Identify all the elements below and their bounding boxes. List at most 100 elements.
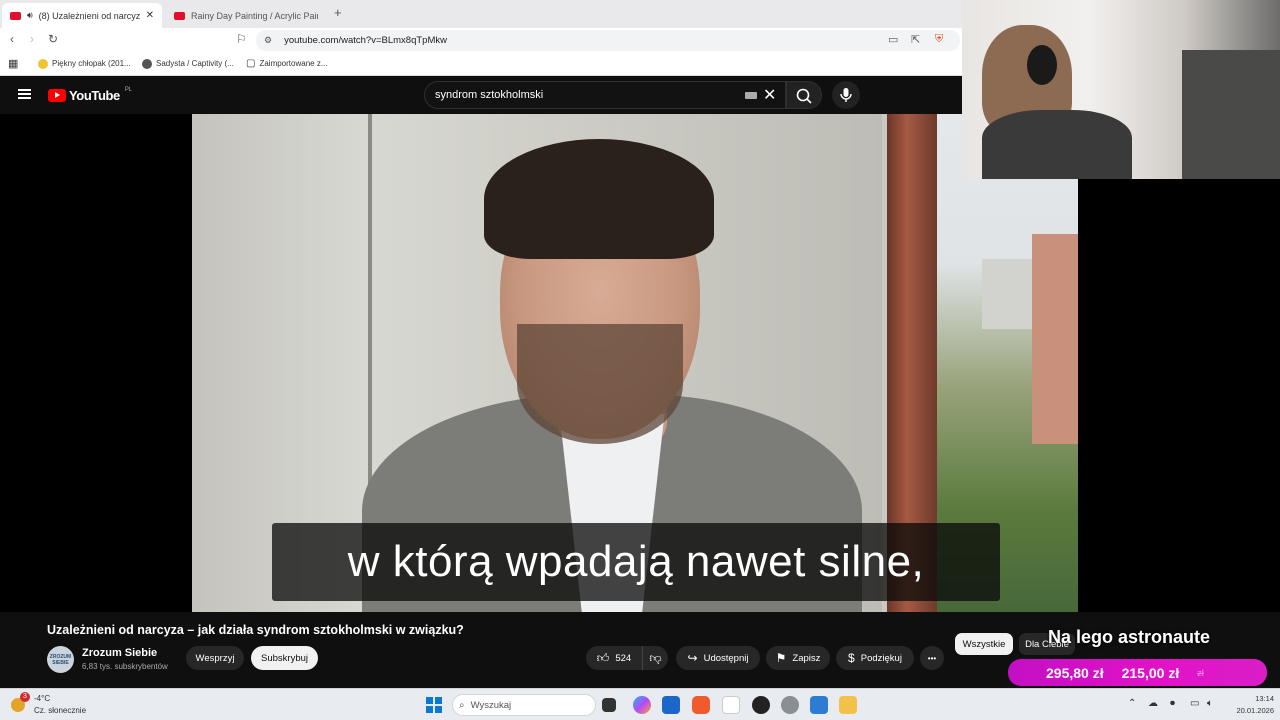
forward-icon[interactable]: › <box>30 32 34 46</box>
search-placeholder: Wyszukaj <box>470 699 512 711</box>
bookmark-item[interactable]: Sadysta / Captivity (... <box>142 58 234 69</box>
clock-time: 13:14 <box>1255 694 1274 703</box>
weather-temperature: -4°C <box>34 694 51 703</box>
youtube-favicon-icon <box>174 11 185 20</box>
more-actions-button[interactable]: ••• <box>920 646 944 670</box>
chip-all[interactable]: Wszystkie <box>955 633 1013 655</box>
share-icon: ↪ <box>687 651 698 665</box>
url-field[interactable]: ⚙ youtube.com/watch?v=BLmx8qTpMkw <box>256 30 960 51</box>
taskbar-search-input[interactable]: ⌕ Wyszukaj <box>452 694 596 716</box>
subscribe-button[interactable]: Subskrybuj <box>251 646 318 670</box>
site-info-icon[interactable]: ⚙ <box>264 35 272 46</box>
youtube-play-icon <box>48 89 66 102</box>
video-player[interactable]: w którą wpadają nawet silne, <box>192 114 1078 612</box>
youtube-favicon-icon <box>10 11 21 20</box>
app-window-icon[interactable] <box>810 696 828 714</box>
notification-badge: 3 <box>20 692 30 702</box>
search-value: syndrom sztokholmski <box>435 89 544 101</box>
avatar-text: ZROZUM SIEBIE <box>49 653 72 666</box>
store-icon[interactable] <box>662 696 680 714</box>
tab-label: Rainy Day Painting / Acrylic Painting <box>191 10 318 21</box>
speaker-icon[interactable]: 🔊︎ <box>27 10 33 21</box>
save-button[interactable]: ⚑ Zapisz <box>766 646 830 670</box>
task-view-icon[interactable] <box>602 698 616 712</box>
menu-icon[interactable] <box>18 89 31 99</box>
subscriber-count: 6,83 tys. subskrybentów <box>82 662 168 671</box>
video-person-hair <box>484 139 714 259</box>
webcam-person-body <box>982 110 1132 179</box>
windows-taskbar: 3 -4°C Cz. słonecznie ⌕ Wyszukaj ⌃ ☁ ⏺ ▭… <box>0 688 1280 720</box>
video-title: Uzależnieni od narcyza – jak działa synd… <box>47 623 464 637</box>
voice-search-button[interactable] <box>832 81 860 109</box>
apps-grid-icon[interactable]: ▦ <box>8 57 18 70</box>
volume-icon[interactable]: 🔈︎ <box>1207 698 1213 709</box>
thanks-icon: $ <box>848 651 855 665</box>
bookmark-item[interactable]: Piękny chłopak (201... <box>38 58 131 69</box>
reload-icon[interactable]: ↻ <box>48 32 58 46</box>
back-icon[interactable]: ‹ <box>10 32 14 46</box>
close-tab-icon[interactable]: ✕ <box>146 10 154 21</box>
copilot-icon[interactable] <box>633 696 651 714</box>
promo-title: Na lego astronaute <box>1048 627 1211 647</box>
microphone-icon <box>840 88 852 102</box>
channel-avatar[interactable]: ZROZUM SIEBIE <box>47 646 74 673</box>
youtube-masthead: YouTube PL syndrom sztokholmski ✕ <box>0 77 962 114</box>
bookmark-label: Sadysta / Captivity (... <box>156 59 234 68</box>
keyboard-icon[interactable] <box>745 92 757 99</box>
address-bar-row: ‹ › ↻ ⚐ ⚙ youtube.com/watch?v=BLmx8qTpMk… <box>0 28 962 52</box>
webcam-headphones <box>1027 45 1057 85</box>
subscribe-label: Subskrybuj <box>261 652 308 664</box>
save-icon: ⚑ <box>775 651 787 665</box>
bookmark-label: Piękny chłopak (201... <box>52 59 131 68</box>
search-input[interactable]: syndrom sztokholmski ✕ <box>424 81 786 109</box>
thumbs-down-icon: 👎︎ <box>649 650 662 665</box>
tray-chevron-icon[interactable]: ⌃ <box>1128 698 1136 709</box>
region-code: PL <box>124 86 132 93</box>
bookmark-page-icon[interactable]: ⚐ <box>236 32 247 46</box>
url-text: youtube.com/watch?v=BLmx8qTpMkw <box>284 35 447 46</box>
brave-shield-icon[interactable]: ⛨ <box>935 33 943 46</box>
display-icon[interactable]: ▭ <box>1190 698 1199 709</box>
cast-icon[interactable]: ▭ <box>888 33 898 46</box>
support-label: Wesprzyj <box>195 652 235 664</box>
video-house-red <box>1032 234 1078 444</box>
globe-icon <box>142 58 152 69</box>
webcam-overlay <box>962 0 1280 179</box>
obs-icon[interactable] <box>752 696 770 714</box>
like-count: 524 <box>615 652 632 664</box>
file-explorer-icon[interactable] <box>839 696 857 714</box>
bookmark-folder[interactable]: ▢ Zaimportowane z... <box>246 58 327 69</box>
video-letterbox-right <box>1078 179 1280 612</box>
support-button[interactable]: Wesprzyj <box>186 646 244 670</box>
tab-label: (8) Uzależnieni od narcyza – j <box>38 10 140 21</box>
windows-start-icon[interactable] <box>426 697 442 713</box>
more-icon: ••• <box>927 653 937 663</box>
notepad-icon[interactable] <box>722 696 740 714</box>
network-icon[interactable]: ☁ <box>1148 698 1158 709</box>
emoji-favicon-icon <box>38 58 48 69</box>
bookmarks-bar: ▦ Piękny chłopak (201... Sadysta / Capti… <box>0 52 962 76</box>
thanks-button[interactable]: $ Podziękuj <box>836 646 914 670</box>
channel-name[interactable]: Zrozum Siebie <box>82 647 157 659</box>
promo-price-faded: zł <box>1197 667 1204 678</box>
save-label: Zapisz <box>792 652 821 664</box>
logo-text: YouTube <box>69 88 120 103</box>
like-button[interactable]: 👍︎ 524 <box>586 646 642 670</box>
search-button[interactable] <box>786 81 822 109</box>
new-tab-button[interactable]: + <box>334 5 342 20</box>
folder-icon: ▢ <box>246 58 256 69</box>
youtube-logo[interactable]: YouTube PL <box>48 86 132 103</box>
share-page-icon[interactable]: ⇱ <box>911 33 920 46</box>
mic-tray-icon[interactable]: ⏺ <box>1170 698 1175 709</box>
share-button[interactable]: ↪ Udostępnij <box>676 646 760 670</box>
system-clock[interactable]: 13:14 20.01.2026 <box>1234 693 1274 717</box>
tab-rainy-day-painting[interactable]: Rainy Day Painting / Acrylic Painting <box>166 3 326 28</box>
promo-price-new: 215,00 zł <box>1121 664 1180 681</box>
promo-price-old: 295,80 zł <box>1046 664 1104 681</box>
dislike-button[interactable]: 👎︎ <box>642 646 668 670</box>
settings-gear-icon[interactable] <box>781 696 799 714</box>
search-icon: ⌕ <box>459 699 465 711</box>
clear-search-icon[interactable]: ✕ <box>763 85 776 105</box>
tab-youtube-video[interactable]: 🔊︎ (8) Uzależnieni od narcyza – j ✕ <box>2 3 162 28</box>
brave-browser-icon[interactable] <box>692 696 710 714</box>
